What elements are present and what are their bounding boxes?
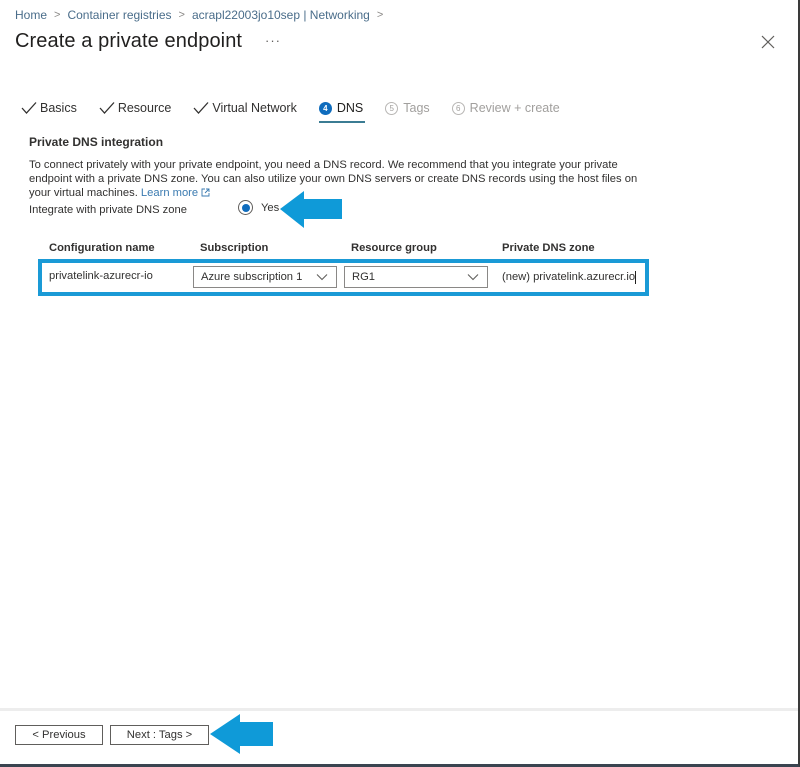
tab-label: Tags [403, 101, 430, 115]
tab-label: Review + create [469, 101, 560, 115]
annotation-arrow-icon [210, 714, 273, 754]
tab-label: DNS [336, 101, 364, 115]
subscription-value: Azure subscription 1 [201, 271, 303, 283]
next-tags-button[interactable]: Next : Tags > [110, 725, 209, 745]
chevron-down-icon [467, 274, 479, 281]
radio-selected-dot [241, 203, 250, 212]
text-cursor [635, 270, 637, 284]
step-number-badge: 6 [451, 101, 465, 115]
learn-more-link[interactable]: Learn more [141, 187, 210, 199]
checkmark-icon [21, 102, 37, 114]
breadcrumb-separator: > [178, 9, 185, 21]
integrate-dns-label: Integrate with private DNS zone [29, 204, 187, 216]
radio-button[interactable] [238, 200, 253, 215]
step-number-badge: 5 [385, 101, 399, 115]
chevron-down-icon [316, 274, 328, 281]
breadcrumb: Home > Container registries > acrapl2200… [15, 8, 390, 22]
private-dns-zone-input[interactable]: (new) privatelink.azurecr.io [498, 266, 638, 288]
annotation-arrow-icon [280, 191, 342, 228]
page-title: Create a private endpoint [15, 30, 243, 52]
column-header-subscription: Subscription [200, 242, 269, 254]
tab-label: Resource [117, 101, 172, 115]
tab-dns[interactable]: 4 DNS [318, 98, 366, 123]
checkmark-icon [193, 102, 209, 114]
column-header-configuration-name: Configuration name [49, 242, 155, 254]
integrate-yes-radio[interactable]: Yes [238, 200, 279, 215]
tab-label: Virtual Network [212, 101, 297, 115]
resource-group-value: RG1 [352, 271, 376, 283]
breadcrumb-separator: > [54, 9, 61, 21]
create-private-endpoint-blade: Home > Container registries > acrapl2200… [0, 0, 800, 767]
wizard-tabs: Basics Resource Virtual Network 4 DNS 5 … [21, 98, 582, 126]
section-title: Private DNS integration [29, 135, 164, 149]
external-link-icon [201, 188, 210, 197]
tab-label: Basics [40, 101, 77, 115]
footer-divider [0, 708, 798, 711]
close-icon[interactable] [759, 33, 777, 51]
learn-more-label: Learn more [140, 187, 199, 199]
tab-tags[interactable]: 5 Tags [385, 98, 430, 118]
step-number-badge: 4 [318, 101, 332, 115]
breadcrumb-separator: > [376, 9, 384, 21]
checkmark-icon [99, 102, 115, 114]
resource-group-dropdown[interactable]: RG1 [344, 266, 488, 288]
private-dns-zone-value: (new) privatelink.azurecr.io [502, 271, 636, 283]
tab-review-create[interactable]: 6 Review + create [451, 98, 560, 118]
column-header-private-dns-zone: Private DNS zone [502, 242, 595, 254]
breadcrumb-home[interactable]: Home [15, 8, 47, 22]
radio-label: Yes [261, 201, 280, 214]
breadcrumb-registry-networking[interactable]: acrapl22003jo10sep | Networking [192, 8, 370, 22]
tab-basics[interactable]: Basics [21, 98, 77, 118]
active-tab-underline [318, 121, 366, 123]
column-header-resource-group: Resource group [351, 242, 437, 254]
tab-resource[interactable]: Resource [99, 98, 172, 118]
breadcrumb-container-registries[interactable]: Container registries [67, 8, 171, 22]
configuration-name-value: privatelink-azurecr-io [49, 270, 153, 282]
subscription-dropdown[interactable]: Azure subscription 1 [193, 266, 337, 288]
tab-virtual-network[interactable]: Virtual Network [193, 98, 297, 118]
previous-button[interactable]: < Previous [15, 725, 103, 745]
more-options-button[interactable]: ··· [265, 33, 281, 48]
